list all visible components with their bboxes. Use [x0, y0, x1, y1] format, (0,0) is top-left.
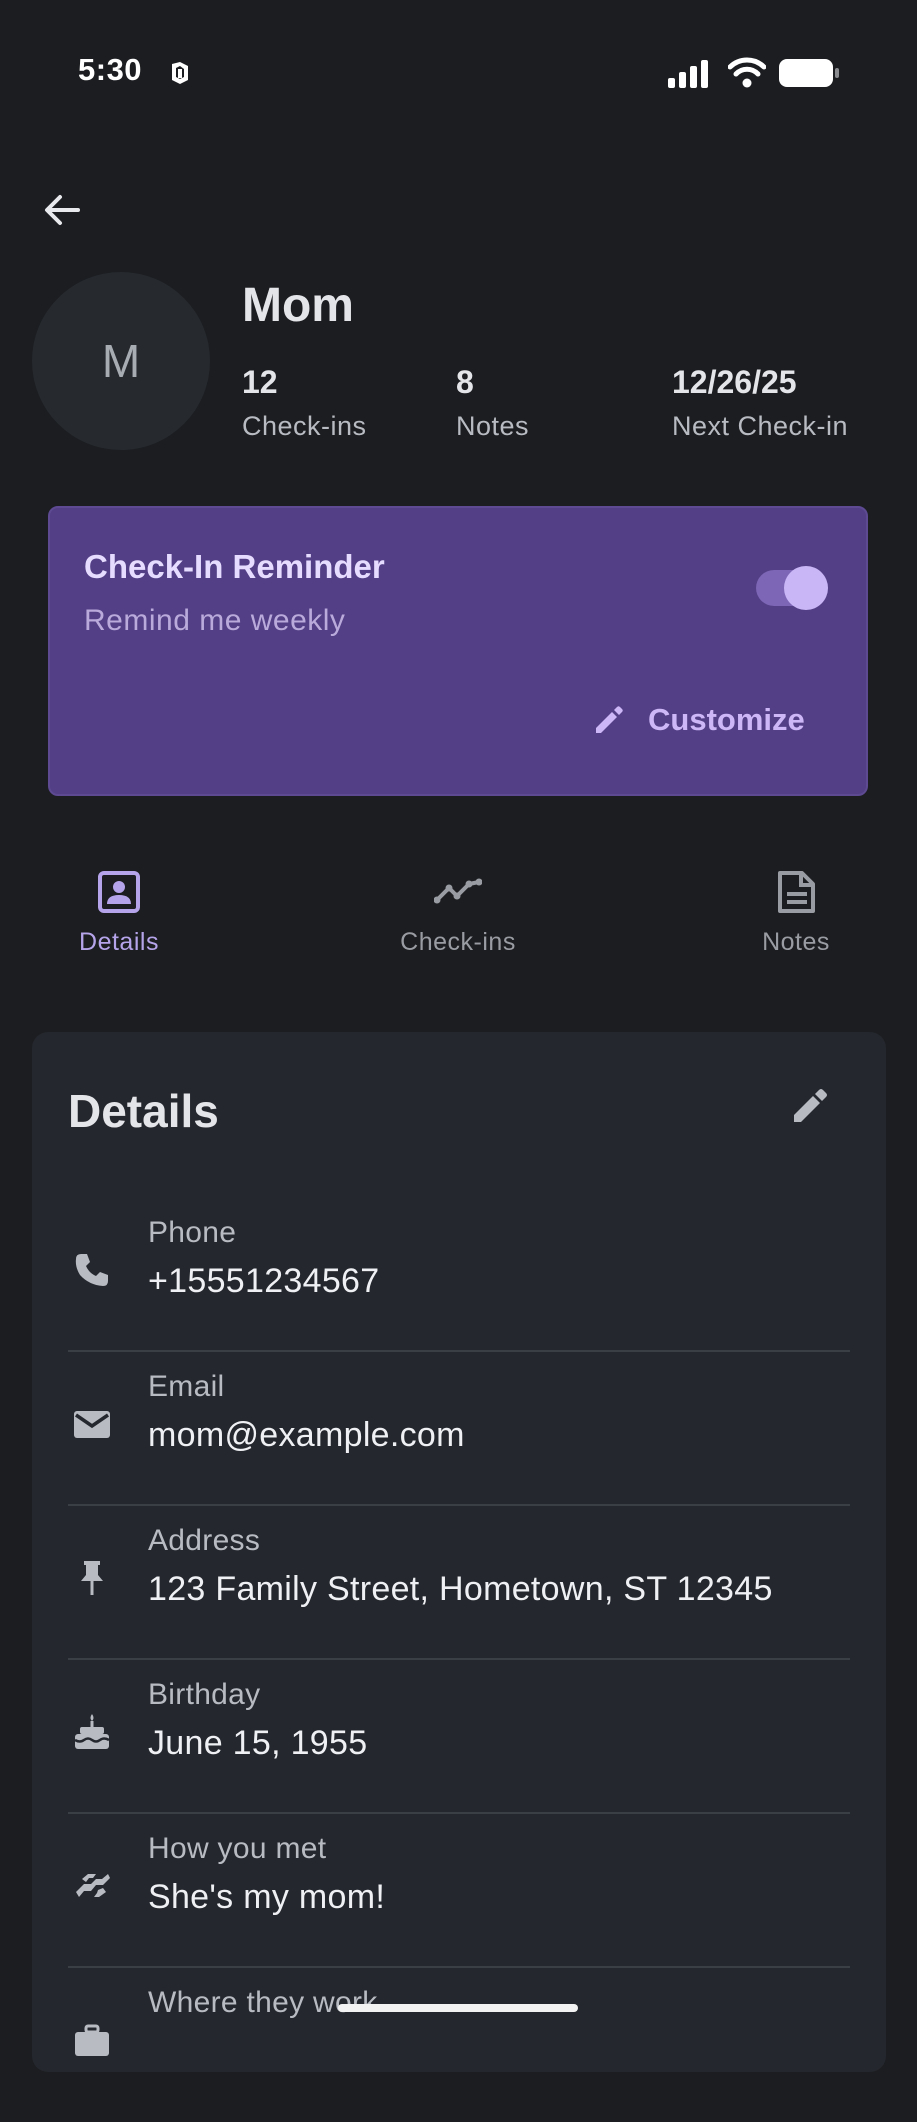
detail-label: Email [148, 1370, 225, 1403]
detail-label: Phone [148, 1216, 237, 1249]
cake-icon [68, 1708, 116, 1756]
pencil-icon [794, 1089, 827, 1122]
cellular-signal-icon [668, 60, 708, 88]
stat-check-ins: 12 Check-ins [242, 362, 367, 446]
status-bar: 5:30 [0, 0, 917, 150]
stat-next-check-in: 12/26/25 Next Check-in [672, 362, 848, 446]
stat-label: Check-ins [242, 411, 367, 441]
detail-row-address[interactable]: Address 123 Family Street, Hometown, ST … [68, 1506, 850, 1660]
detail-row-how-you-met[interactable]: How you met She's my mom! [68, 1814, 850, 1968]
back-button[interactable] [36, 184, 88, 236]
detail-row-where-they-work[interactable]: Where they work [68, 1968, 850, 2122]
status-time: 5:30 [78, 52, 143, 87]
contact-name: Mom [242, 279, 354, 332]
tab-label: Notes [762, 928, 830, 956]
detail-label: Address [148, 1524, 261, 1557]
document-icon [778, 871, 815, 913]
arrow-left-icon [45, 195, 80, 225]
detail-value: She's my mom! [148, 1878, 386, 1916]
detail-label: Birthday [148, 1678, 261, 1711]
detail-value: mom@example.com [148, 1416, 465, 1454]
email-icon [68, 1400, 116, 1448]
stat-label: Notes [456, 411, 530, 441]
briefcase-icon [68, 2016, 116, 2064]
reminder-subtitle: Remind me weekly [84, 604, 346, 637]
battery-icon [779, 59, 839, 87]
stat-value: 12/26/25 [672, 364, 797, 400]
details-title: Details [68, 1085, 219, 1137]
avatar: M [32, 272, 210, 450]
handshake-icon [68, 1862, 116, 1910]
stat-label: Next Check-in [672, 411, 849, 441]
stat-notes: 8 Notes [456, 362, 529, 446]
pin-icon [68, 1554, 116, 1602]
detail-value: 123 Family Street, Hometown, ST 12345 [148, 1570, 773, 1608]
tab-label: Check-ins [400, 928, 516, 956]
tab-check-ins[interactable]: Check-ins [358, 868, 558, 978]
stat-value: 12 [242, 364, 278, 400]
pencil-icon [596, 706, 623, 733]
detail-label: How you met [148, 1832, 327, 1865]
tab-details[interactable]: Details [19, 868, 219, 978]
stat-value: 8 [456, 364, 474, 400]
home-indicator[interactable] [338, 2004, 578, 2012]
reminder-title: Check-In Reminder [84, 548, 385, 585]
check-in-reminder-card: Check-In Reminder Remind me weekly Custo… [48, 506, 868, 796]
detail-row-birthday[interactable]: Birthday June 15, 1955 [68, 1660, 850, 1814]
detail-value: June 15, 1955 [148, 1724, 368, 1762]
wifi-icon [728, 57, 766, 88]
detail-row-email[interactable]: Email mom@example.com [68, 1352, 850, 1506]
contact-card-icon [98, 871, 140, 913]
customize-button[interactable]: Customize [578, 690, 819, 750]
detail-value: +15551234567 [148, 1262, 380, 1300]
detail-row-phone[interactable]: Phone +15551234567 [68, 1198, 850, 1352]
app-notification-icon [172, 62, 188, 84]
phone-icon [68, 1246, 116, 1294]
reminder-toggle[interactable] [756, 566, 828, 610]
tab-notes[interactable]: Notes [696, 868, 896, 978]
toggle-knob [784, 566, 828, 610]
trend-line-icon [434, 878, 482, 904]
customize-label: Customize [648, 702, 805, 737]
edit-details-button[interactable] [784, 1080, 836, 1132]
detail-label: Where they work [148, 1986, 378, 2019]
tab-label: Details [79, 928, 159, 956]
details-card: Details Phone +15551234567 Email mom@exa… [32, 1032, 886, 2072]
